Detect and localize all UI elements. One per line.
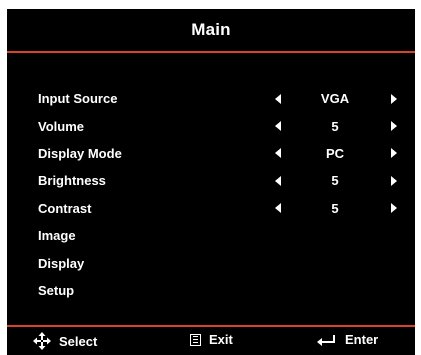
footer-hints: Select Exit Enter [7, 325, 415, 355]
arrow-right-icon[interactable] [391, 203, 397, 214]
menu-item-display-mode[interactable]: Display Mode PC [7, 140, 415, 167]
menu-item-label: Input Source [38, 91, 118, 107]
arrow-left-icon[interactable] [275, 203, 281, 214]
exit-label: Exit [209, 332, 233, 347]
select-label: Select [59, 333, 98, 349]
menu-item-label: Display Mode [38, 145, 122, 161]
menu-item-label: Setup [38, 282, 75, 298]
menu-item-display[interactable]: Display [7, 249, 415, 276]
four-way-arrows-icon [33, 332, 51, 350]
menu-box-icon [190, 333, 201, 346]
menu-item-input-source[interactable]: Input Source VGA [7, 85, 415, 112]
menu-item-image[interactable]: Image [7, 222, 415, 249]
menu-item-label: Display [38, 255, 85, 271]
menu-item-value: VGA [320, 91, 350, 107]
enter-label: Enter [345, 332, 379, 347]
menu-item-contrast[interactable]: Contrast 5 [7, 195, 415, 222]
menu-item-value: 5 [331, 173, 339, 189]
menu-list: Input Source VGA Volume 5 Display Mode P… [7, 85, 415, 304]
menu-title: Main [191, 20, 231, 39]
arrow-right-icon[interactable] [391, 93, 397, 104]
arrow-right-icon[interactable] [391, 121, 397, 132]
arrow-right-icon[interactable] [391, 148, 397, 159]
arrow-right-icon[interactable] [391, 175, 397, 186]
return-arrow-icon [317, 334, 337, 346]
arrow-left-icon[interactable] [275, 175, 281, 186]
arrow-left-icon[interactable] [275, 148, 281, 159]
menu-item-value: 5 [331, 118, 339, 134]
menu-item-label: Contrast [38, 200, 92, 216]
menu-item-brightness[interactable]: Brightness 5 [7, 167, 415, 194]
menu-item-label: Image [38, 228, 76, 244]
arrow-left-icon[interactable] [275, 93, 281, 104]
menu-item-value: 5 [331, 200, 339, 216]
enter-hint: Enter [317, 332, 378, 347]
osd-menu: Main Input Source VGA Volume 5 Display M… [7, 9, 415, 355]
exit-hint: Exit [190, 332, 233, 347]
menu-item-label: Brightness [38, 173, 106, 189]
title-bar: Main [7, 9, 415, 53]
arrow-left-icon[interactable] [275, 121, 281, 132]
menu-item-setup[interactable]: Setup [7, 277, 415, 304]
menu-item-label: Volume [38, 118, 84, 134]
select-hint: Select [33, 332, 97, 350]
menu-item-value: PC [325, 145, 345, 161]
menu-item-volume[interactable]: Volume 5 [7, 112, 415, 139]
